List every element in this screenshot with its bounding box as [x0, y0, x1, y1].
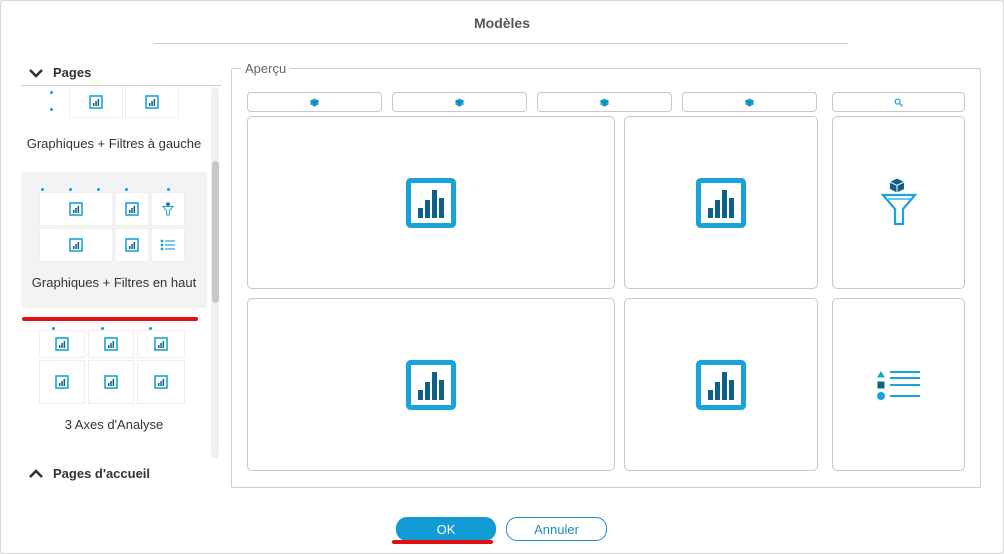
bar-chart-icon [696, 359, 746, 410]
template-label: Graphiques + Filtres à gauche [26, 136, 202, 151]
template-label: Graphiques + Filtres en haut [31, 275, 197, 290]
template-thumb-chart [39, 228, 113, 262]
thumb-dot [167, 188, 170, 191]
template-thumb-chart [137, 330, 185, 358]
template-thumb-list [151, 228, 185, 262]
cube-icon [310, 97, 319, 107]
template-item-filtres-haut[interactable]: Graphiques + Filtres en haut [21, 172, 207, 308]
bar-chart-icon [104, 375, 118, 389]
ok-highlight-underline [392, 540, 493, 544]
bar-chart-icon [406, 177, 456, 228]
template-thumb-chart [69, 86, 123, 118]
preview-filter-bar [247, 92, 382, 112]
preview-search-bar [832, 92, 965, 112]
bar-chart-icon [55, 375, 69, 389]
pages-section-label: Pages [53, 65, 92, 80]
preview-card-chart [247, 116, 615, 289]
template-thumb-chart [125, 86, 179, 118]
home-pages-section-header[interactable]: Pages d'accueil [29, 466, 150, 481]
ok-button[interactable]: OK [396, 517, 496, 541]
bar-chart-icon [69, 238, 83, 252]
bar-chart-icon [406, 359, 456, 410]
scrollbar-thumb[interactable] [212, 161, 219, 303]
funnel-filter-icon [880, 178, 917, 225]
preview-card-chart [247, 298, 615, 471]
template-list: Graphiques + Filtres à gauche Graphiques… [21, 86, 207, 459]
bar-chart-icon [154, 337, 168, 351]
template-thumb-filter [151, 192, 185, 226]
template-item-3-axes[interactable]: 3 Axes d'Analyse [21, 326, 207, 446]
preview-card-chart [624, 116, 818, 289]
bar-chart-icon [69, 202, 83, 216]
bar-chart-icon [89, 95, 103, 109]
bar-chart-icon [125, 202, 139, 216]
cube-icon [455, 97, 464, 107]
template-label: 3 Axes d'Analyse [64, 417, 164, 432]
thumb-dot [41, 188, 44, 191]
template-thumb-chart [137, 360, 185, 404]
list-legend-icon [160, 239, 175, 251]
preview-card-filter [832, 116, 965, 289]
chevron-up-icon [29, 468, 43, 478]
cube-icon [600, 97, 609, 107]
chevron-down-icon [29, 68, 43, 78]
thumb-dot [69, 188, 72, 191]
list-legend-icon [876, 370, 920, 400]
bar-chart-icon [55, 337, 69, 351]
bar-chart-icon [145, 95, 159, 109]
bar-chart-icon [104, 337, 118, 351]
template-thumb-chart [39, 360, 85, 404]
templates-dialog: Modèles Pages Graphiques + Filtres à gau… [0, 0, 1004, 554]
preview-card-list [832, 298, 965, 471]
template-thumb-filter-column [39, 86, 65, 116]
title-divider [154, 43, 848, 44]
thumb-dot [97, 188, 100, 191]
preview-label: Aperçu [241, 61, 291, 76]
template-thumb-chart [39, 192, 113, 226]
cube-icon [745, 97, 754, 107]
thumb-dot [125, 188, 128, 191]
bar-chart-icon [696, 177, 746, 228]
template-thumb-chart [88, 330, 134, 358]
preview-filter-bar [537, 92, 672, 112]
template-thumb-chart [39, 330, 85, 358]
template-thumb-chart [115, 228, 149, 262]
funnel-filter-icon [162, 202, 174, 216]
thumb-dot [50, 91, 53, 94]
preview-filter-bar [682, 92, 817, 112]
template-item-filtres-gauche[interactable]: Graphiques + Filtres à gauche [21, 86, 207, 176]
template-thumb-chart [115, 192, 149, 226]
dialog-title: Modèles [473, 15, 530, 31]
pages-section-header[interactable]: Pages [29, 65, 91, 80]
search-icon [894, 97, 903, 107]
preview-filter-bar [392, 92, 527, 112]
bar-chart-icon [154, 375, 168, 389]
template-thumb-chart [88, 360, 134, 404]
home-pages-section-label: Pages d'accueil [53, 466, 151, 481]
preview-card-chart [624, 298, 818, 471]
selection-highlight-underline [22, 317, 198, 321]
thumb-dot [50, 108, 53, 111]
bar-chart-icon [125, 238, 139, 252]
cancel-button[interactable]: Annuler [506, 517, 607, 541]
